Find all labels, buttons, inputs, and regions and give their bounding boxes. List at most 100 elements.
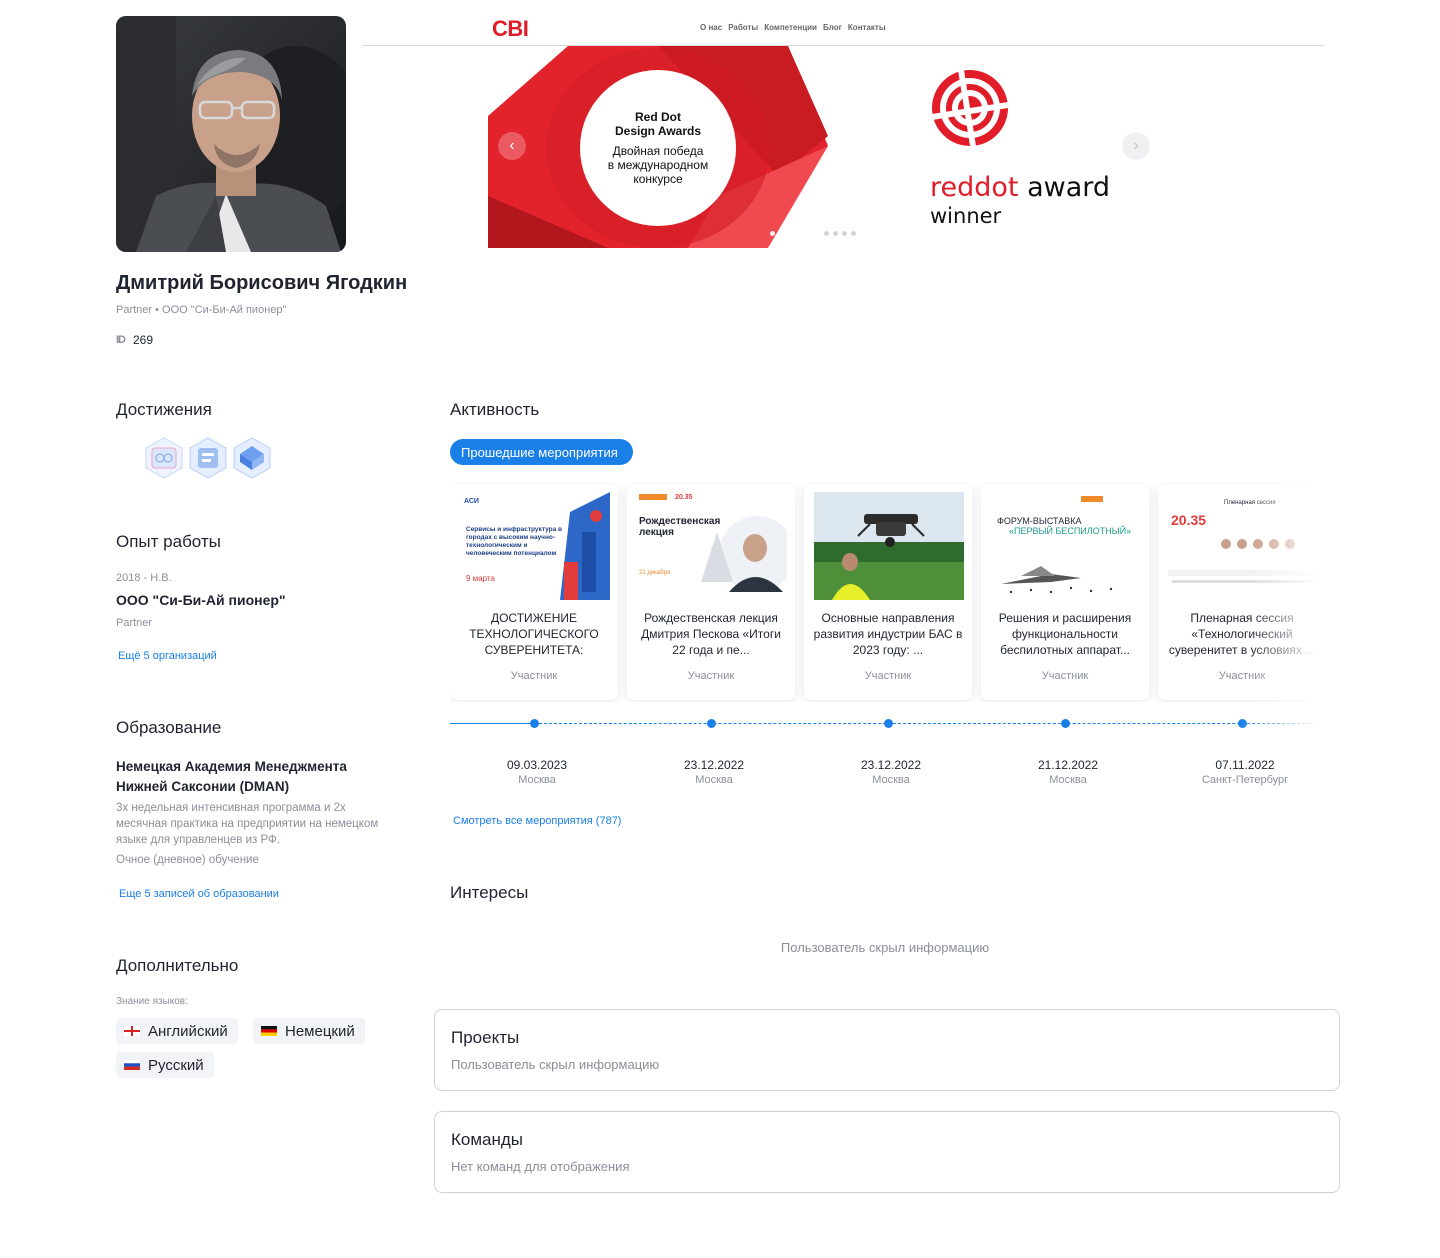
poster-headline: ФОРУМ-ВЫСТАВКА [997, 516, 1082, 526]
slider-dot[interactable] [833, 231, 838, 236]
slider-dot[interactable] [815, 231, 820, 236]
event-city: Санкт-Петербург [1201, 774, 1289, 786]
event-date: 23.12.2022 [683, 758, 745, 772]
chevron-left-icon: ‹ [509, 137, 515, 154]
projects-hidden-text: Пользователь скрыл информацию [451, 1057, 660, 1072]
slide-text: Двойная победа [612, 144, 704, 158]
more-education-link[interactable]: Еще 5 записей об образовании [119, 888, 279, 900]
award-word: award [1018, 172, 1111, 203]
teams-card: Команды Нет команд для отображения [434, 1111, 1340, 1193]
slider-prev-button[interactable]: ‹ [498, 132, 526, 160]
slider-dot[interactable] [779, 231, 784, 236]
education-institution: Немецкая Академия Менеджмента Нижней Сак… [116, 759, 347, 794]
flag-england-icon [124, 1026, 140, 1036]
event-title: Рождественская лекция Дмитрия Пескова «И… [641, 611, 781, 657]
event-title: Решения и расширения функциональности бе… [998, 611, 1132, 657]
event-date: 21.12.2022 [1037, 758, 1099, 772]
carousel-fade [1250, 482, 1320, 702]
language-chip-russian: Русский [116, 1052, 214, 1078]
achievement-badge-icon[interactable] [186, 434, 230, 482]
language-label: Немецкий [285, 1022, 355, 1040]
event-role: Участник [1041, 670, 1089, 682]
achievements-title: Достижения [116, 400, 212, 419]
timeline-dot [530, 719, 539, 728]
timeline-dot [884, 719, 893, 728]
event-date: 23.12.2022 [860, 758, 922, 772]
slide-text: конкурсе [633, 172, 683, 186]
experience-position: Partner [116, 617, 153, 629]
interests-title: Интересы [450, 883, 529, 902]
event-poster: АСИ Сервисы и инфраструктура в городах с… [460, 492, 610, 600]
event-photo [814, 492, 964, 600]
timeline-line-dashed [534, 723, 1320, 724]
education-description: 3х недельная интенсивная программа и 2х … [116, 802, 379, 846]
event-role: Участник [510, 670, 558, 682]
profile-id: ID 269 [116, 333, 153, 347]
poster-brand: 20.35 [1171, 512, 1207, 528]
slider-dot[interactable] [806, 231, 811, 236]
event-date-block: 09.03.2023 Москва [453, 758, 621, 786]
event-date: 09.03.2023 [506, 758, 568, 772]
slider-dot[interactable] [797, 231, 802, 236]
slider-dot[interactable] [851, 231, 856, 236]
poster-headline: Сервисы и инфраструктура в городах с выс… [466, 526, 563, 557]
event-poster: 20.35 Рождественская лекция 21 декабря [637, 492, 787, 600]
cover-nav: О нас Работы Компетенции Блог Контакты [700, 23, 886, 32]
slide-title: Red Dot [635, 110, 681, 124]
achievement-badge-icon[interactable] [230, 434, 274, 482]
slider-dot[interactable] [770, 231, 775, 236]
reddot-winner-text: winner [930, 204, 1002, 228]
language-chip-english: Английский [116, 1018, 238, 1044]
event-card[interactable]: 20.35 Рождественская лекция 21 декабря Р… [627, 484, 795, 700]
language-label: Русский [148, 1056, 204, 1074]
poster-brand: 20.35 [675, 494, 693, 501]
language-label: Английский [148, 1022, 228, 1040]
timeline-dot [707, 719, 716, 728]
teams-title: Команды [451, 1130, 524, 1149]
profile-subtitle: Partner • ООО "Си-Би-Ай пионер" [116, 304, 287, 316]
achievement-badge-icon[interactable] [142, 434, 186, 482]
more-organizations-link[interactable]: Ещё 5 организаций [118, 650, 217, 662]
event-city: Москва [518, 774, 556, 786]
timeline-line [450, 723, 534, 724]
timeline-dot [1061, 719, 1070, 728]
event-card[interactable]: АСИ Сервисы и инфраструктура в городах с… [450, 484, 618, 700]
poster-date: 21 декабря [639, 570, 671, 576]
slider-dot[interactable] [788, 231, 793, 236]
event-role: Участник [687, 670, 735, 682]
projects-title: Проекты [451, 1028, 520, 1047]
profile-avatar [116, 16, 346, 252]
event-date-block: 23.12.2022 Москва [807, 758, 975, 786]
flag-russia-icon [124, 1060, 140, 1070]
reddot-word: reddot [930, 172, 1019, 203]
event-date-block: 21.12.2022 Москва [984, 758, 1152, 786]
slider-dot[interactable] [842, 231, 847, 236]
event-city: Москва [695, 774, 733, 786]
additional-title: Дополнительно [116, 956, 239, 975]
languages-label: Знание языков: [116, 996, 188, 1007]
event-title: ДОСТИЖЕНИЕ ТЕХНОЛОГИЧЕСКОГО СУВЕРЕНИТЕТА… [469, 611, 599, 657]
cover-nav-item: Контакты [847, 23, 886, 32]
interests-hidden-text: Пользователь скрыл информацию [780, 940, 990, 955]
events-timeline [450, 716, 1320, 732]
event-date-block: 07.11.2022 Санкт-Петербург [1161, 758, 1329, 786]
education-title: Образование [116, 718, 222, 737]
slider-dot[interactable] [824, 231, 829, 236]
tab-past-events[interactable]: Прошедшие мероприятия [450, 439, 633, 465]
flag-germany-icon [261, 1026, 277, 1036]
event-card[interactable]: ФОРУМ-ВЫСТАВКА «ПЕРВЫЙ БЕСПИЛОТНЫЙ» Реше… [981, 484, 1149, 700]
cover-slide: Red Dot Design Awards Двойная победа в м… [488, 46, 1150, 248]
cover-nav-item: Блог [822, 23, 842, 32]
event-role: Участник [864, 670, 912, 682]
activity-title: Активность [450, 400, 540, 419]
poster-subheadline: «ПЕРВЫЙ БЕСПИЛОТНЫЙ» [1009, 526, 1132, 536]
reddot-award-text: reddot award [930, 174, 1110, 202]
experience-title: Опыт работы [116, 532, 221, 551]
event-card[interactable]: Основные направления развития индустрии … [804, 484, 972, 700]
slider-next-button[interactable]: › [1122, 132, 1150, 160]
id-icon: ID [116, 334, 126, 346]
poster-headline: Рождественская лекция [639, 516, 721, 538]
experience-period: 2018 - Н.В. [116, 572, 172, 584]
event-date-block: 23.12.2022 Москва [630, 758, 798, 786]
all-events-link[interactable]: Смотреть все мероприятия (787) [453, 815, 621, 827]
